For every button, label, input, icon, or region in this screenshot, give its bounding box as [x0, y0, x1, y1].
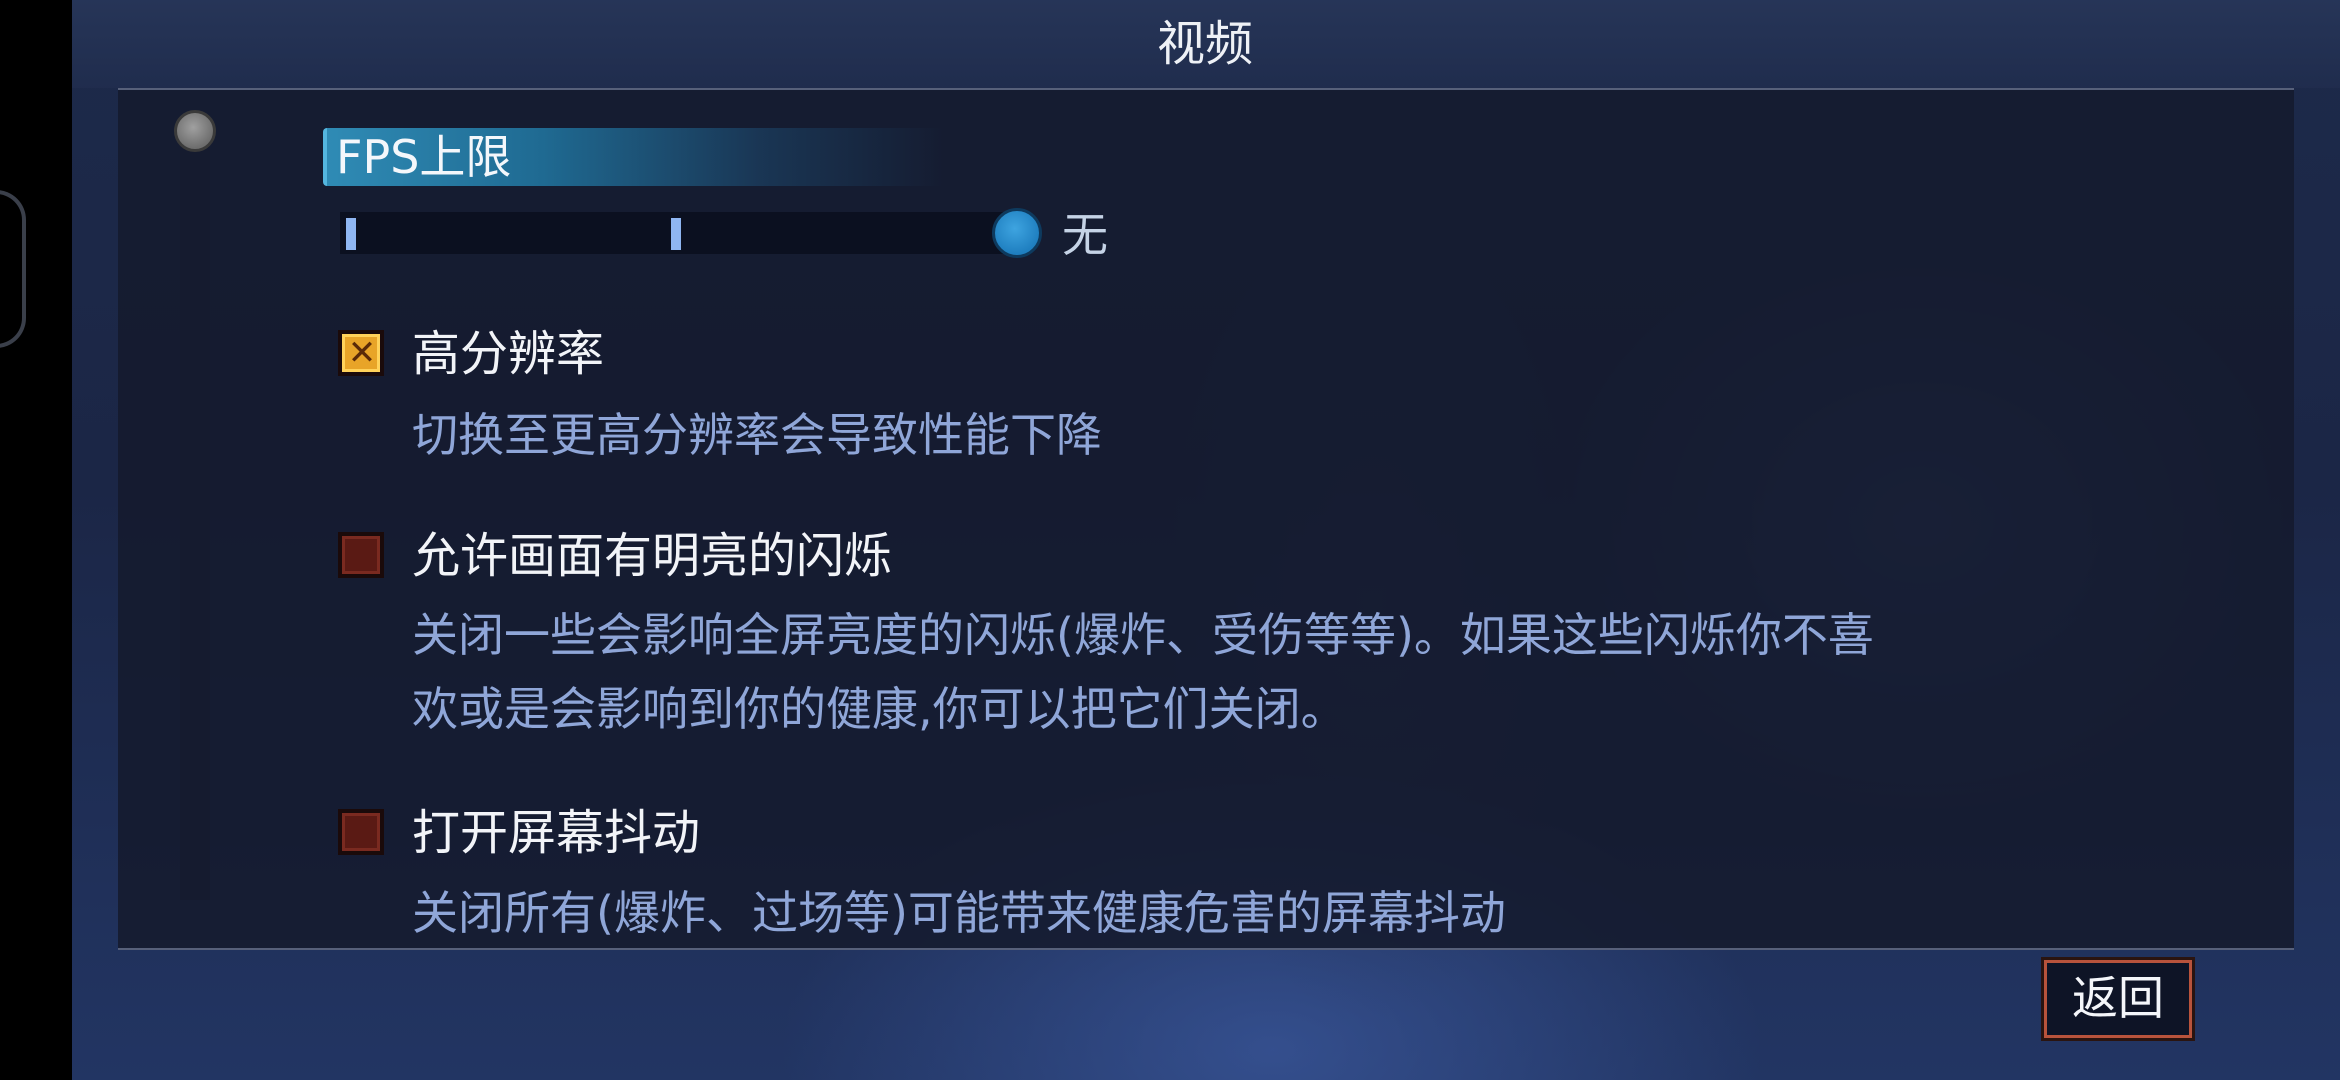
slider-tick	[671, 218, 681, 250]
high-resolution-title: 高分辨率	[412, 326, 605, 382]
fps-limit-label: FPS上限	[336, 130, 512, 184]
back-button[interactable]: 返回	[2041, 957, 2195, 1041]
bright-flashes-description-line: 关闭一些会影响全屏亮度的闪烁(爆炸、受伤等等)。如果这些闪烁你不喜	[412, 608, 1874, 662]
screen-bezel	[0, 0, 72, 1080]
high-resolution-description: 切换至更高分辨率会导致性能下降	[412, 408, 1102, 462]
screen: 视频 FPS上限 无 ✕ 高分辨率 切换至更高分辨率会导致性能下降 允许画面有明…	[0, 0, 2340, 1080]
bright-flashes-title: 允许画面有明亮的闪烁	[412, 528, 893, 584]
fps-limit-slider-knob[interactable]	[992, 208, 1042, 258]
screen-shake-checkbox[interactable]	[338, 809, 384, 855]
bright-flashes-description-line: 欢或是会影响到你的健康,你可以把它们关闭。	[412, 682, 1347, 736]
high-resolution-checkbox[interactable]: ✕	[338, 330, 384, 376]
page-title: 视频	[1156, 16, 1253, 72]
screen-shake-title: 打开屏幕抖动	[412, 805, 701, 861]
camera-cutout	[0, 190, 26, 348]
fps-limit-value: 无	[1062, 208, 1108, 262]
scrollbar-track[interactable]	[180, 130, 210, 900]
bright-flashes-checkbox[interactable]	[338, 532, 384, 578]
slider-tick	[346, 218, 356, 250]
scrollbar-thumb[interactable]	[174, 110, 216, 152]
checkmark-x-icon: ✕	[347, 333, 377, 373]
screen-shake-description: 关闭所有(爆炸、过场等)可能带来健康危害的屏幕抖动	[412, 886, 1506, 940]
